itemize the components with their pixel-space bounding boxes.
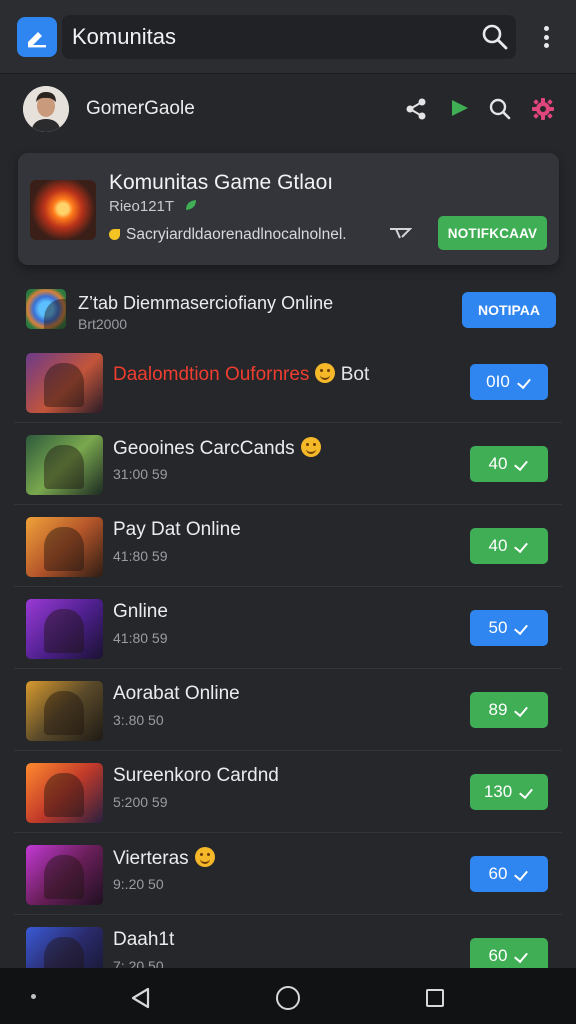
check-icon: [518, 375, 532, 389]
featured-title: Komunitas Game Gtlaoı: [109, 171, 334, 194]
chevron-icon: [515, 457, 529, 471]
featured-description-text: Sacryiardldaorenadlnocalnolnel.: [126, 226, 347, 243]
smiley-icon: [194, 847, 215, 867]
item-action-button[interactable]: 40: [470, 528, 548, 564]
gear-icon[interactable]: [530, 96, 556, 122]
avatar[interactable]: [23, 86, 69, 132]
app-title: Komunitas: [72, 24, 176, 49]
game-thumbnail: [26, 517, 103, 577]
share-arrow-icon[interactable]: [388, 224, 413, 242]
tag-icon: [109, 229, 120, 240]
notify-button[interactable]: NOTIFKCAAV: [438, 216, 547, 250]
item-button-label: 89: [488, 700, 508, 719]
item-action-button[interactable]: 60: [470, 856, 548, 892]
game-thumbnail: [26, 435, 103, 495]
game-thumbnail: [26, 763, 103, 823]
list-item[interactable]: Sureenkoro Cardnd 5:200 59 130: [14, 751, 562, 833]
app-logo-icon[interactable]: [17, 17, 57, 57]
recents-square-icon[interactable]: [426, 989, 444, 1007]
item-suffix: Bot: [340, 364, 370, 385]
check-icon: [515, 867, 529, 881]
item-button-label: 40: [488, 536, 508, 555]
item-meta: 9:.20 50: [113, 876, 164, 892]
item-title: Daalomdtion Oufornres Bot: [113, 363, 369, 386]
item-title: Vierteras: [113, 847, 215, 870]
item-title-text: Daalomdtion Oufornres: [113, 364, 310, 385]
item-title: Aorabat Online: [113, 683, 240, 704]
notify-item-button[interactable]: NOTIPAA: [462, 292, 556, 328]
list-item[interactable]: Geooines CarcCands 31:00 59 40: [14, 423, 562, 505]
item-meta: 41:80 59: [113, 548, 168, 564]
item-action-button[interactable]: 40: [470, 446, 548, 482]
list-item[interactable]: Aorabat Online 3:.80 50 89: [14, 669, 562, 751]
game-thumbnail: [26, 353, 103, 413]
item-title-text: Vierteras: [113, 848, 189, 869]
item-title: Geooines CarcCands: [113, 437, 321, 460]
item-button-label: 130: [483, 782, 513, 801]
item-title: Daah1t: [113, 929, 175, 950]
game-thumbnail: [26, 681, 103, 741]
more-vertical-icon[interactable]: [532, 20, 560, 54]
featured-game-image: [30, 180, 96, 240]
item-meta: Brt2000: [78, 316, 128, 332]
item-title-text: Geooines CarcCands: [113, 438, 295, 459]
play-flag-icon[interactable]: [447, 96, 473, 122]
item-title: Pay Dat Online: [113, 519, 241, 540]
smiley-icon: [315, 363, 336, 383]
item-action-button[interactable]: 130: [470, 774, 548, 810]
item-meta: 5:200 59: [113, 794, 168, 810]
item-meta: 41:80 59: [113, 630, 168, 646]
username: GomerGaole: [86, 98, 195, 119]
item-meta: 3:.80 50: [113, 712, 164, 728]
item-button-label: 0I0: [486, 372, 510, 391]
item-action-button[interactable]: 0I0: [470, 364, 548, 400]
game-thumbnail: [26, 289, 66, 329]
smiley-icon: [300, 437, 321, 457]
leaf-icon: [184, 198, 198, 212]
list-item[interactable]: Pay Dat Online 41:80 59 40: [14, 505, 562, 587]
pencil-square-icon: [28, 32, 46, 48]
item-title: Gnline: [113, 601, 168, 622]
list-item[interactable]: Vierteras 9:.20 50 60: [14, 833, 562, 915]
game-thumbnail: [26, 599, 103, 659]
chevron-icon: [515, 949, 529, 963]
check-icon: [515, 539, 529, 553]
item-meta: 31:00 59: [113, 466, 168, 482]
dot-icon: [31, 994, 36, 999]
item-action-button[interactable]: 50: [470, 610, 548, 646]
search-icon[interactable]: [480, 22, 510, 52]
chevron-icon: [515, 703, 529, 717]
home-circle-icon[interactable]: [276, 986, 300, 1010]
item-button-label: 40: [488, 454, 508, 473]
featured-description: Sacryiardldaorenadlnocalnolnel.: [109, 226, 347, 244]
game-thumbnail: [26, 845, 103, 905]
search-icon[interactable]: [487, 96, 513, 122]
share-icon[interactable]: [403, 96, 429, 122]
item-button-label: 60: [488, 864, 508, 883]
item-title: Z’tab Diemmaserciofiany Online: [78, 293, 334, 313]
list-item[interactable]: Daalomdtion Oufornres Bot 0I0: [14, 341, 562, 423]
item-title: Sureenkoro Cardnd: [113, 765, 279, 786]
list-item[interactable]: Gnline 41:80 59 50: [14, 587, 562, 669]
featured-subtitle: Rieo121T: [109, 198, 175, 215]
chevron-icon: [520, 785, 534, 799]
item-action-button[interactable]: 89: [470, 692, 548, 728]
item-button-label: 50: [488, 618, 508, 637]
item-button-label: 60: [488, 946, 508, 965]
check-icon: [515, 621, 529, 635]
back-triangle-icon[interactable]: [128, 986, 154, 1010]
